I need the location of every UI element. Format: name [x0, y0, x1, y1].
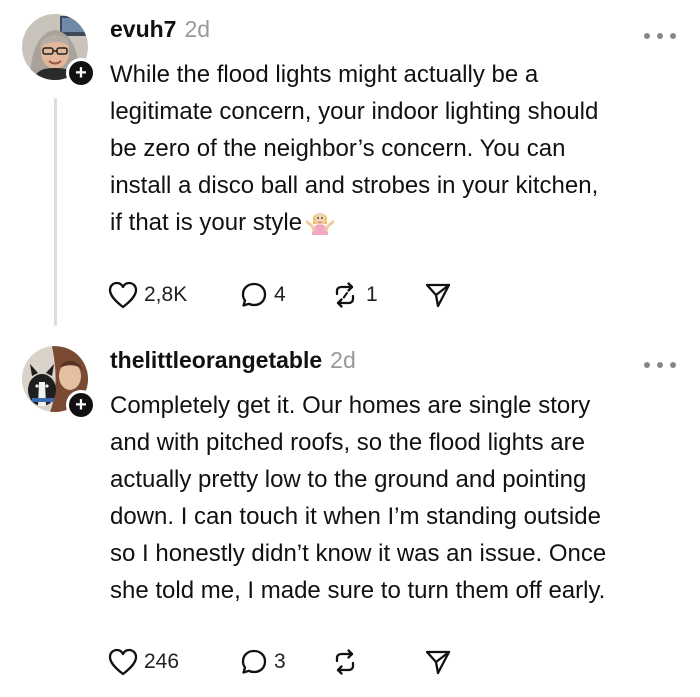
- timestamp[interactable]: 2d: [184, 16, 210, 43]
- share-button[interactable]: [424, 281, 452, 309]
- reply-button[interactable]: 4: [240, 281, 330, 309]
- repost-arrows-icon: [335, 649, 355, 675]
- timestamp[interactable]: 2d: [330, 347, 356, 374]
- post-text-line: if that is your style: [110, 204, 680, 241]
- post-text-line: install a disco ball and strobes in your…: [110, 172, 599, 199]
- woman-shrugging-emoji-icon: [305, 209, 335, 235]
- post-text-line: be zero of the neighbor’s concern. You c…: [110, 135, 566, 162]
- post-text-line: actually pretty low to the ground and po…: [110, 466, 587, 493]
- reply-count: 4: [274, 283, 286, 306]
- avatar-container[interactable]: +: [22, 14, 96, 88]
- post-text: Completely get it. Our homes are single …: [110, 387, 680, 609]
- thread-line: [54, 98, 57, 326]
- heart-icon: [108, 648, 138, 676]
- speech-bubble-icon: [241, 282, 267, 307]
- post-text-line: so I honestly didn’t know it was an issu…: [110, 540, 607, 567]
- post-text-line: Completely get it. Our homes are single …: [110, 392, 591, 419]
- post-text-line: and with pitched roofs, so the flood lig…: [110, 429, 585, 456]
- post-text-line: legitimate concern, your indoor lighting…: [110, 98, 599, 125]
- username[interactable]: evuh7: [110, 16, 176, 43]
- follow-plus-icon[interactable]: +: [66, 58, 96, 88]
- speech-bubble-icon: [241, 649, 267, 674]
- reply-count: 3: [274, 650, 286, 673]
- like-count: 246: [144, 650, 180, 673]
- follow-plus-icon[interactable]: +: [66, 390, 96, 420]
- post-text-line-content: if that is your style: [110, 209, 303, 236]
- avatar-container[interactable]: +: [22, 346, 96, 420]
- heart-icon: [108, 281, 138, 309]
- reply-button[interactable]: 3: [240, 648, 330, 676]
- like-count: 2,8K: [144, 283, 188, 306]
- repost-button[interactable]: [330, 648, 424, 676]
- username[interactable]: thelittleorangetable: [110, 347, 322, 374]
- action-bar: 246 3: [108, 646, 452, 678]
- post-thelittleorangetable: + thelittleorangetable 2d Completely get…: [0, 335, 700, 697]
- post-text-line: While the flood lights might actually be…: [110, 61, 539, 88]
- like-button[interactable]: 2,8K: [108, 281, 240, 309]
- repost-count: 1: [366, 283, 378, 306]
- post-text-line: she told me, I made sure to turn them of…: [110, 577, 606, 604]
- repost-button[interactable]: 1: [330, 281, 424, 309]
- paper-plane-icon: [425, 283, 451, 308]
- post-evuh7: + evuh7 2d While the flood lights might …: [0, 0, 700, 335]
- more-dots-icon[interactable]: [642, 355, 678, 375]
- post-header: evuh7 2d: [110, 16, 210, 48]
- more-dots-icon[interactable]: [642, 26, 678, 46]
- action-bar: 2,8K 4 1: [108, 279, 452, 311]
- post-text: While the flood lights might actually be…: [110, 56, 680, 241]
- repost-arrows-icon: [335, 282, 355, 308]
- post-text-line: down. I can touch it when I’m standing o…: [110, 503, 601, 530]
- post-header: thelittleorangetable 2d: [110, 347, 356, 379]
- share-button[interactable]: [424, 648, 452, 676]
- paper-plane-icon: [425, 650, 451, 675]
- like-button[interactable]: 246: [108, 648, 240, 676]
